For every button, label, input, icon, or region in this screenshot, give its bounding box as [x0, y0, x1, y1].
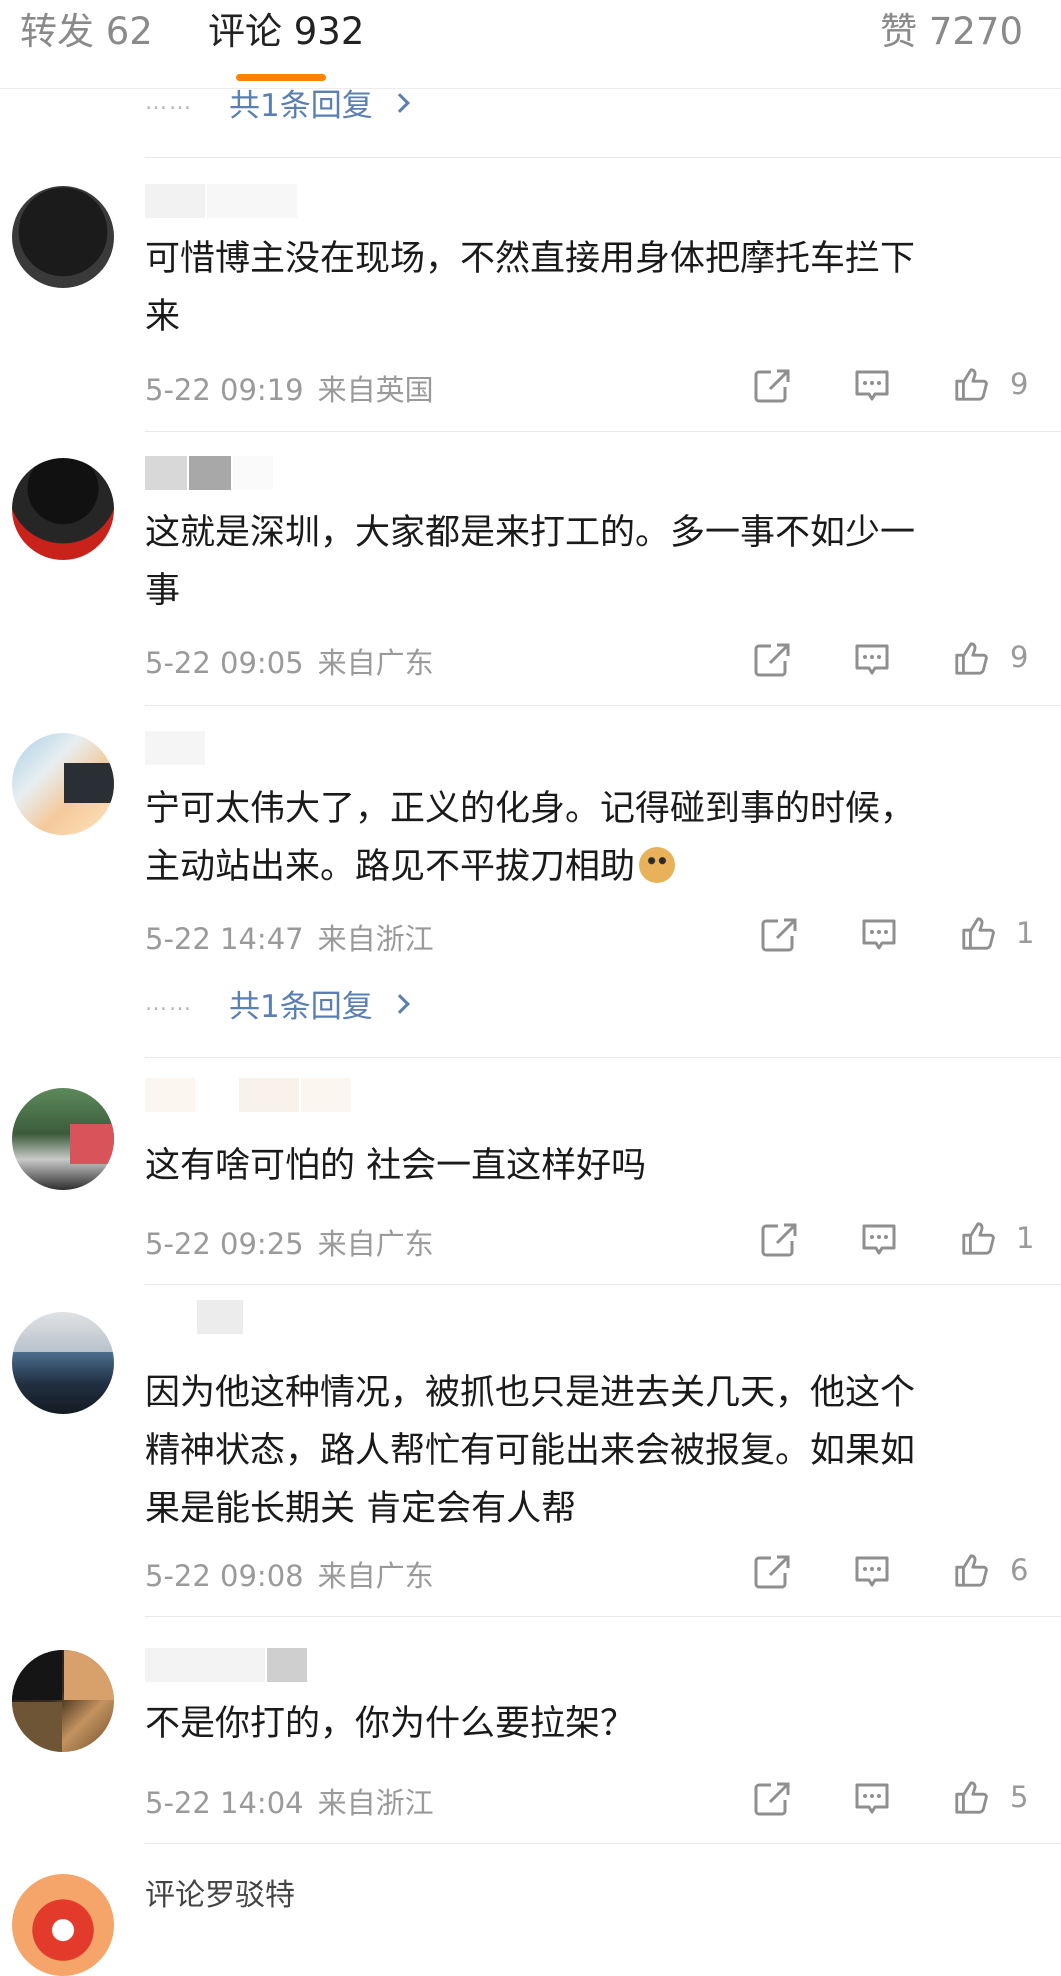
avatar[interactable] [12, 1650, 114, 1752]
share-icon[interactable] [753, 368, 791, 404]
comment-meta: 5-22 09:19 来自英国 [145, 367, 434, 409]
like-count: 9 [1010, 367, 1029, 401]
chevron-right-icon [389, 93, 410, 113]
comment-location: 来自英国 [317, 373, 434, 407]
comment-location: 来自浙江 [317, 1786, 434, 1820]
divider [145, 431, 1061, 432]
tab-repost[interactable]: 转发 62 [20, 8, 153, 56]
like-count: 6 [1010, 1553, 1029, 1587]
comment-location: 来自广东 [317, 1559, 434, 1593]
comment-text: 不是你打的，你为什么要拉架？ [145, 1704, 636, 1744]
thumbs-up-icon[interactable] [952, 366, 990, 402]
avatar[interactable] [12, 1874, 114, 1976]
comment-meta: 5-22 14:47 来自浙江 [145, 916, 434, 958]
share-icon[interactable] [760, 1222, 798, 1258]
comment-icon[interactable] [853, 368, 891, 404]
username-redacted[interactable] [145, 1648, 307, 1682]
thumbs-up-icon[interactable] [959, 915, 997, 951]
comment-icon[interactable] [853, 1554, 891, 1590]
like-count: 5 [1010, 1780, 1029, 1814]
divider [145, 1057, 1061, 1058]
comment-text: 宁可太伟大了，正义的化身。记得碰到事的时候， 主动站出来。路见不平拔刀相助 [145, 789, 916, 887]
comment-icon[interactable] [853, 1781, 891, 1817]
like-count: 1 [1016, 1221, 1035, 1255]
avatar[interactable] [12, 1312, 114, 1414]
username-redacted[interactable] [145, 184, 297, 218]
comment-location: 来自广东 [317, 646, 434, 680]
divider [145, 1616, 1061, 1617]
divider [145, 1843, 1061, 1844]
comment-location: 来自浙江 [317, 922, 434, 956]
divider [145, 157, 1061, 158]
reply-dots: …… [145, 89, 193, 115]
share-icon[interactable] [753, 642, 791, 678]
avatar[interactable] [12, 186, 114, 288]
comment-text: 因为他这种情况，被抓也只是进去关几天，他这个 精神状态，路人帮忙有可能出来会被报… [145, 1373, 916, 1529]
comment-location: 来自广东 [317, 1227, 434, 1261]
username-redacted[interactable] [145, 1300, 243, 1334]
comment-text: 这有啥可怕的 社会一直这样好吗 [145, 1146, 647, 1186]
comment-icon[interactable] [860, 1222, 898, 1258]
comment-icon[interactable] [860, 917, 898, 953]
tab-comment[interactable]: 评论 932 [208, 8, 364, 56]
comment-meta: 5-22 09:25 来自广东 [145, 1221, 434, 1263]
share-icon[interactable] [753, 1554, 791, 1590]
view-replies-link[interactable]: …… 共1条回复 [145, 981, 410, 1025]
username-redacted[interactable] [145, 731, 205, 765]
chevron-right-icon [389, 994, 410, 1014]
comment-text: 可惜博主没在现场，不然直接用身体把摩托车拦下 来 [145, 239, 916, 337]
comment-text: 这就是深圳，大家都是来打工的。多一事不如少一 事 [145, 513, 916, 611]
doge-emoji-icon [639, 847, 676, 883]
comment-time: 5-22 09:08 [145, 1559, 304, 1593]
thumbs-up-icon[interactable] [952, 640, 990, 676]
share-icon[interactable] [760, 917, 798, 953]
comment-time: 5-22 14:04 [145, 1786, 304, 1820]
thumbs-up-icon[interactable] [959, 1220, 997, 1256]
view-replies-link[interactable]: …… 共1条回复 [145, 80, 410, 124]
comment-meta: 5-22 09:05 来自广东 [145, 640, 434, 682]
comment-meta: 5-22 09:08 来自广东 [145, 1553, 434, 1595]
thumbs-up-icon[interactable] [952, 1779, 990, 1815]
username-redacted[interactable] [145, 1078, 351, 1112]
divider [145, 1284, 1061, 1285]
avatar[interactable] [12, 1088, 114, 1190]
comment-time: 5-22 09:05 [145, 646, 304, 680]
share-icon[interactable] [753, 1781, 791, 1817]
divider [145, 705, 1061, 706]
comment-tabs-bar: 转发 62 评论 932 赞 7270 [0, 0, 1061, 89]
username-redacted[interactable] [145, 456, 273, 490]
tab-like[interactable]: 赞 7270 [880, 8, 1023, 56]
comment-time: 5-22 09:19 [145, 373, 304, 407]
reply-count-label: 共1条回复 [229, 988, 373, 1025]
comment-time: 5-22 09:25 [145, 1227, 304, 1261]
comment-time: 5-22 14:47 [145, 922, 304, 956]
avatar[interactable] [12, 458, 114, 560]
comment-meta: 5-22 14:04 来自浙江 [145, 1780, 434, 1822]
comment-icon[interactable] [853, 642, 891, 678]
like-count: 1 [1016, 916, 1035, 950]
like-count: 9 [1010, 640, 1029, 674]
reply-count-label: 共1条回复 [229, 87, 373, 124]
avatar[interactable] [12, 733, 114, 835]
thumbs-up-icon[interactable] [952, 1552, 990, 1588]
reply-dots: …… [145, 990, 193, 1016]
username[interactable]: 评论罗驳特 [145, 1870, 295, 1914]
